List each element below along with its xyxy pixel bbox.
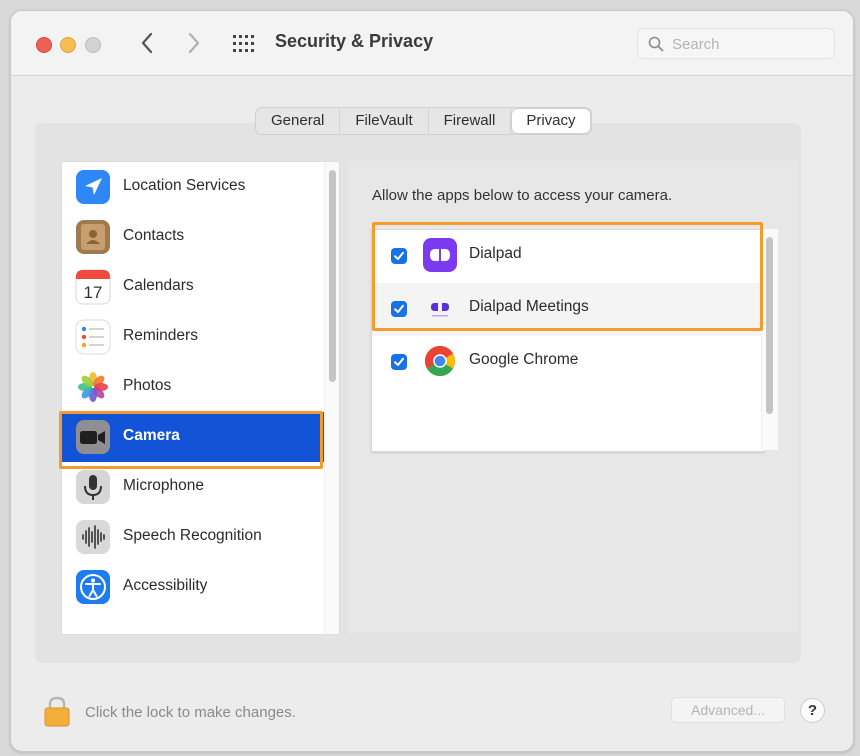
sidebar-item-microphone[interactable]: Microphone <box>62 462 324 512</box>
photos-flower-icon <box>78 372 108 402</box>
sidebar-item-calendars[interactable]: 17 Calendars <box>62 262 324 312</box>
back-button[interactable] <box>134 29 160 57</box>
tab-bar: General FileVault Firewall Privacy <box>255 107 592 135</box>
privacy-category-list: Location Services Contacts 17 Calendars <box>61 161 340 635</box>
app-row-dialpad[interactable]: Dialpad <box>372 230 764 283</box>
location-arrow-icon <box>76 170 110 204</box>
app-permission-list: Dialpad Dialpad Meetings Google Chrome <box>371 229 765 452</box>
system-preferences-window: Security & Privacy General FileVault Fir… <box>10 10 854 752</box>
window-title: Security & Privacy <box>275 31 434 51</box>
reminders-list-icon <box>75 319 111 355</box>
lock-icon[interactable] <box>41 695 73 727</box>
sidebar-item-label: Reminders <box>123 327 198 344</box>
tab-privacy[interactable]: Privacy <box>512 109 590 133</box>
lock-instruction-text: Click the lock to make changes. <box>85 704 296 721</box>
checkmark-icon <box>394 251 404 260</box>
minimize-button[interactable] <box>60 37 76 53</box>
dialpad-meetings-checkbox[interactable] <box>391 301 407 317</box>
sidebar-item-label: Microphone <box>123 477 204 494</box>
tab-filevault[interactable]: FileVault <box>340 108 429 134</box>
calendar-icon: 17 <box>75 269 111 305</box>
sidebar-item-camera[interactable]: Camera <box>62 412 324 462</box>
forward-button[interactable] <box>181 29 207 57</box>
app-name: Dialpad Meetings <box>469 298 589 315</box>
help-button[interactable]: ? <box>800 698 825 723</box>
google-chrome-checkbox[interactable] <box>391 354 407 370</box>
sidebar-item-label: Camera <box>123 427 180 444</box>
show-all-button[interactable] <box>231 33 257 55</box>
sidebar-item-label: Location Services <box>123 177 246 194</box>
sidebar-scroll-thumb[interactable] <box>329 170 336 382</box>
title-bar: Security & Privacy <box>11 11 853 76</box>
chrome-icon <box>424 346 456 377</box>
sidebar-item-label: Speech Recognition <box>123 527 262 544</box>
dialpad-checkbox[interactable] <box>391 248 407 264</box>
camera-icon <box>76 420 110 454</box>
tab-general[interactable]: General <box>256 108 341 134</box>
sidebar-item-speech-recognition[interactable]: Speech Recognition <box>62 512 324 562</box>
grid-icon <box>233 35 254 52</box>
chevron-right-icon <box>188 32 200 54</box>
sidebar-item-reminders[interactable]: Reminders <box>62 312 324 362</box>
search-input[interactable] <box>670 33 824 56</box>
microphone-icon <box>76 470 110 504</box>
dialpad-icon <box>423 238 457 272</box>
zoom-button[interactable] <box>85 37 101 53</box>
instruction-text: Allow the apps below to access your came… <box>372 187 673 204</box>
app-name: Dialpad <box>469 245 522 262</box>
dialpad-meetings-icon <box>423 291 457 325</box>
close-button[interactable] <box>36 37 52 53</box>
app-row-google-chrome[interactable]: Google Chrome <box>372 336 764 389</box>
sidebar-item-label: Accessibility <box>123 577 208 594</box>
checkmark-icon <box>394 304 404 313</box>
sidebar-item-contacts[interactable]: Contacts <box>62 212 324 262</box>
chevron-left-icon <box>141 32 153 54</box>
tab-firewall[interactable]: Firewall <box>429 108 512 134</box>
sidebar-item-label: Calendars <box>123 277 194 294</box>
search-field[interactable] <box>637 28 835 59</box>
checkmark-icon <box>394 357 404 366</box>
speech-waveform-icon <box>76 520 110 554</box>
app-list-scrollbar[interactable] <box>761 229 778 450</box>
sidebar-item-photos[interactable]: Photos <box>62 362 324 412</box>
sidebar-scrollbar[interactable] <box>324 162 339 634</box>
sidebar-item-accessibility[interactable]: Accessibility <box>62 562 324 612</box>
search-icon <box>648 36 664 52</box>
accessibility-icon <box>76 570 110 604</box>
app-list-scroll-thumb[interactable] <box>766 237 773 414</box>
contacts-book-icon <box>76 220 110 254</box>
sidebar-item-label: Photos <box>123 377 172 394</box>
app-row-dialpad-meetings[interactable]: Dialpad Meetings <box>372 283 764 336</box>
sidebar-item-location-services[interactable]: Location Services <box>62 162 324 212</box>
advanced-button[interactable]: Advanced... <box>671 697 785 723</box>
sidebar-item-label: Contacts <box>123 227 185 244</box>
svg-text:17: 17 <box>84 283 103 302</box>
app-name: Google Chrome <box>469 351 579 368</box>
